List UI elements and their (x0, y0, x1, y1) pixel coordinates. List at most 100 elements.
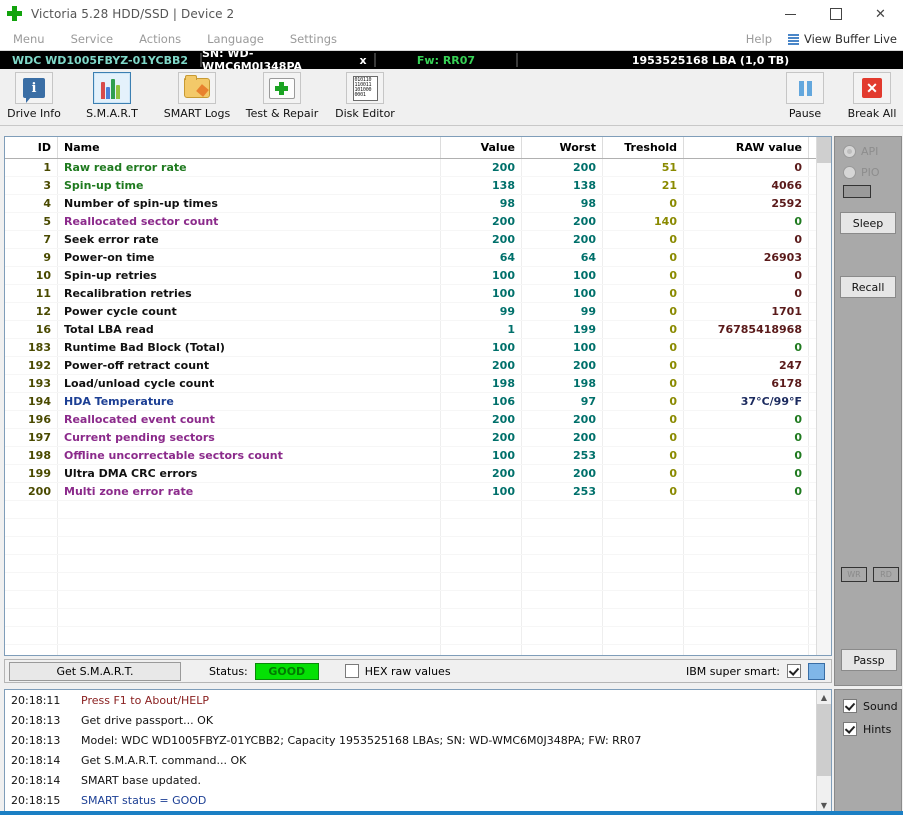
table-row[interactable]: 192 Power-off retract count 200 200 0 247 (5, 356, 831, 375)
toolbar-button-drive-info[interactable]: Drive Info (0, 72, 68, 120)
cell-empty (5, 608, 58, 627)
recall-button[interactable]: Recall (840, 276, 896, 298)
buffer-indicator-square[interactable] (808, 662, 825, 680)
log-scrollbar[interactable]: ▲ ▼ (816, 690, 831, 812)
toolbar-button-smart[interactable]: S.M.A.R.T (78, 72, 146, 120)
title-bar: Victoria 5.28 HDD/SSD | Device 2 ✕ (0, 0, 903, 28)
log-scrollbar-thumb[interactable] (817, 704, 831, 776)
rd-button[interactable]: RD (873, 567, 899, 582)
cell-id: 9 (5, 248, 58, 267)
close-button[interactable]: ✕ (858, 0, 903, 28)
table-row[interactable]: 194 HDA Temperature 106 97 0 37°C/99°F (5, 392, 831, 411)
toolbar-button-smart-logs[interactable]: SMART Logs (163, 72, 231, 120)
table-scrollbar-thumb[interactable] (817, 137, 831, 163)
sound-option-row[interactable]: Sound (843, 699, 901, 713)
api-radio-icon[interactable] (843, 145, 856, 158)
table-row[interactable]: 183 Runtime Bad Block (Total) 100 100 0 0 (5, 338, 831, 357)
cell-empty (57, 554, 441, 573)
menu-bar: Menu Service Actions Language Settings H… (0, 28, 903, 51)
smart-attributes-table[interactable]: ID Name Value Worst Treshold RAW value H… (4, 136, 832, 656)
table-row[interactable]: 12 Power cycle count 99 99 0 1701 (5, 302, 831, 321)
maximize-button[interactable] (813, 0, 858, 28)
table-row[interactable]: 196 Reallocated event count 200 200 0 0 (5, 410, 831, 429)
cell-name: Spin-up retries (57, 266, 441, 285)
table-row[interactable]: 193 Load/unload cycle count 198 198 0 6178 (5, 374, 831, 393)
toolbar-button-disk-editor[interactable]: 010110 110011 101000 0001 Disk Editor (331, 72, 399, 120)
cell-empty (57, 626, 441, 645)
cell-id: 5 (5, 212, 58, 231)
toolbar-button-break-all[interactable]: ✕ Break All (838, 72, 903, 120)
ibm-super-smart-checkbox[interactable] (787, 664, 801, 678)
table-row[interactable]: 9 Power-on time 64 64 0 26903 (5, 248, 831, 267)
log-scroll-down-icon[interactable]: ▼ (817, 798, 831, 812)
log-entry-message: Get S.M.A.R.T. command... OK (81, 753, 247, 767)
api-radio-row[interactable]: API (843, 145, 901, 158)
log-entry-message: Press F1 to About/HELP (81, 693, 210, 707)
table-row[interactable]: 1 Raw read error rate 200 200 51 0 (5, 158, 831, 177)
view-buffer-live-button[interactable]: View Buffer Live (788, 32, 903, 46)
cell-raw: 0 (683, 446, 809, 465)
menu-item-actions[interactable]: Actions (126, 28, 194, 50)
table-row[interactable]: 7 Seek error rate 200 200 0 0 (5, 230, 831, 249)
log-panel[interactable]: 20:18:11 Press F1 to About/HELP 20:18:13 Ge… (4, 689, 832, 813)
table-row[interactable]: 16 Total LBA read 1 199 0 76785418968 (5, 320, 831, 339)
pio-radio-row[interactable]: PIO (843, 166, 901, 179)
table-row-empty (5, 554, 831, 573)
cell-value: 64 (440, 248, 522, 267)
column-header-raw-value[interactable]: RAW value (683, 137, 809, 159)
hints-option-row[interactable]: Hints (843, 722, 901, 736)
cell-treshold: 0 (602, 392, 684, 411)
cell-treshold: 0 (602, 338, 684, 357)
cell-value: 198 (440, 374, 522, 393)
column-header-treshold[interactable]: Treshold (602, 137, 684, 159)
pio-radio-icon[interactable] (843, 166, 856, 179)
cell-raw: 0 (683, 428, 809, 447)
table-row[interactable]: 199 Ultra DMA CRC errors 200 200 0 0 (5, 464, 831, 483)
hide-serial-button[interactable]: x (352, 51, 374, 69)
hints-checkbox[interactable] (843, 722, 857, 736)
passp-button[interactable]: Passp (841, 649, 897, 671)
table-row[interactable]: 197 Current pending sectors 200 200 0 0 (5, 428, 831, 447)
sound-label: Sound (863, 699, 898, 713)
cell-raw: 247 (683, 356, 809, 375)
get-smart-button[interactable]: Get S.M.A.R.T. (9, 661, 181, 681)
log-scroll-up-icon[interactable]: ▲ (817, 690, 831, 704)
toolbar-button-pause[interactable]: Pause (771, 72, 839, 120)
hex-raw-values-checkbox[interactable] (344, 664, 359, 678)
table-row[interactable]: 4 Number of spin-up times 98 98 0 2592 (5, 194, 831, 213)
column-header-worst[interactable]: Worst (521, 137, 603, 159)
drive-firmware: Fw: RR07 (416, 53, 476, 67)
table-row[interactable]: 198 Offline uncorrectable sectors count 10… (5, 446, 831, 465)
sleep-button[interactable]: Sleep (840, 212, 896, 234)
column-header-id[interactable]: ID (5, 137, 58, 159)
cell-empty (602, 626, 684, 645)
menu-item-service[interactable]: Service (58, 28, 127, 50)
pause-icon (796, 79, 814, 97)
table-scrollbar[interactable] (816, 137, 831, 655)
toolbar-label-disk-editor: Disk Editor (335, 107, 395, 120)
ibm-super-smart-row[interactable]: IBM super smart: (686, 662, 831, 680)
cell-treshold: 0 (602, 356, 684, 375)
cell-raw: 0 (683, 158, 809, 177)
table-row[interactable]: 11 Recalibration retries 100 100 0 0 (5, 284, 831, 303)
cell-empty (683, 554, 809, 573)
table-row[interactable]: 10 Spin-up retries 100 100 0 0 (5, 266, 831, 285)
toolbar-button-test-repair[interactable]: Test & Repair (246, 72, 318, 120)
table-row[interactable]: 5 Reallocated sector count 200 200 140 0 (5, 212, 831, 231)
sound-checkbox[interactable] (843, 699, 857, 713)
info-bubble-icon (23, 78, 45, 103)
cell-worst: 200 (521, 428, 603, 447)
menu-item-menu[interactable]: Menu (0, 28, 58, 50)
menu-item-settings[interactable]: Settings (277, 28, 350, 50)
menu-item-language[interactable]: Language (194, 28, 277, 50)
table-row[interactable]: 3 Spin-up time 138 138 21 4066 (5, 176, 831, 195)
column-header-value[interactable]: Value (440, 137, 522, 159)
minimize-button[interactable] (768, 0, 813, 28)
table-row[interactable]: 200 Multi zone error rate 100 253 0 0 (5, 482, 831, 501)
cell-worst: 200 (521, 464, 603, 483)
hex-raw-values-row[interactable]: HEX raw values (344, 664, 451, 678)
wr-button[interactable]: WR (841, 567, 867, 582)
drive-model: WDC WD1005FBYZ-01YCBB2 (11, 53, 189, 67)
column-header-name[interactable]: Name (57, 137, 441, 159)
menu-item-help[interactable]: Help (736, 32, 788, 46)
